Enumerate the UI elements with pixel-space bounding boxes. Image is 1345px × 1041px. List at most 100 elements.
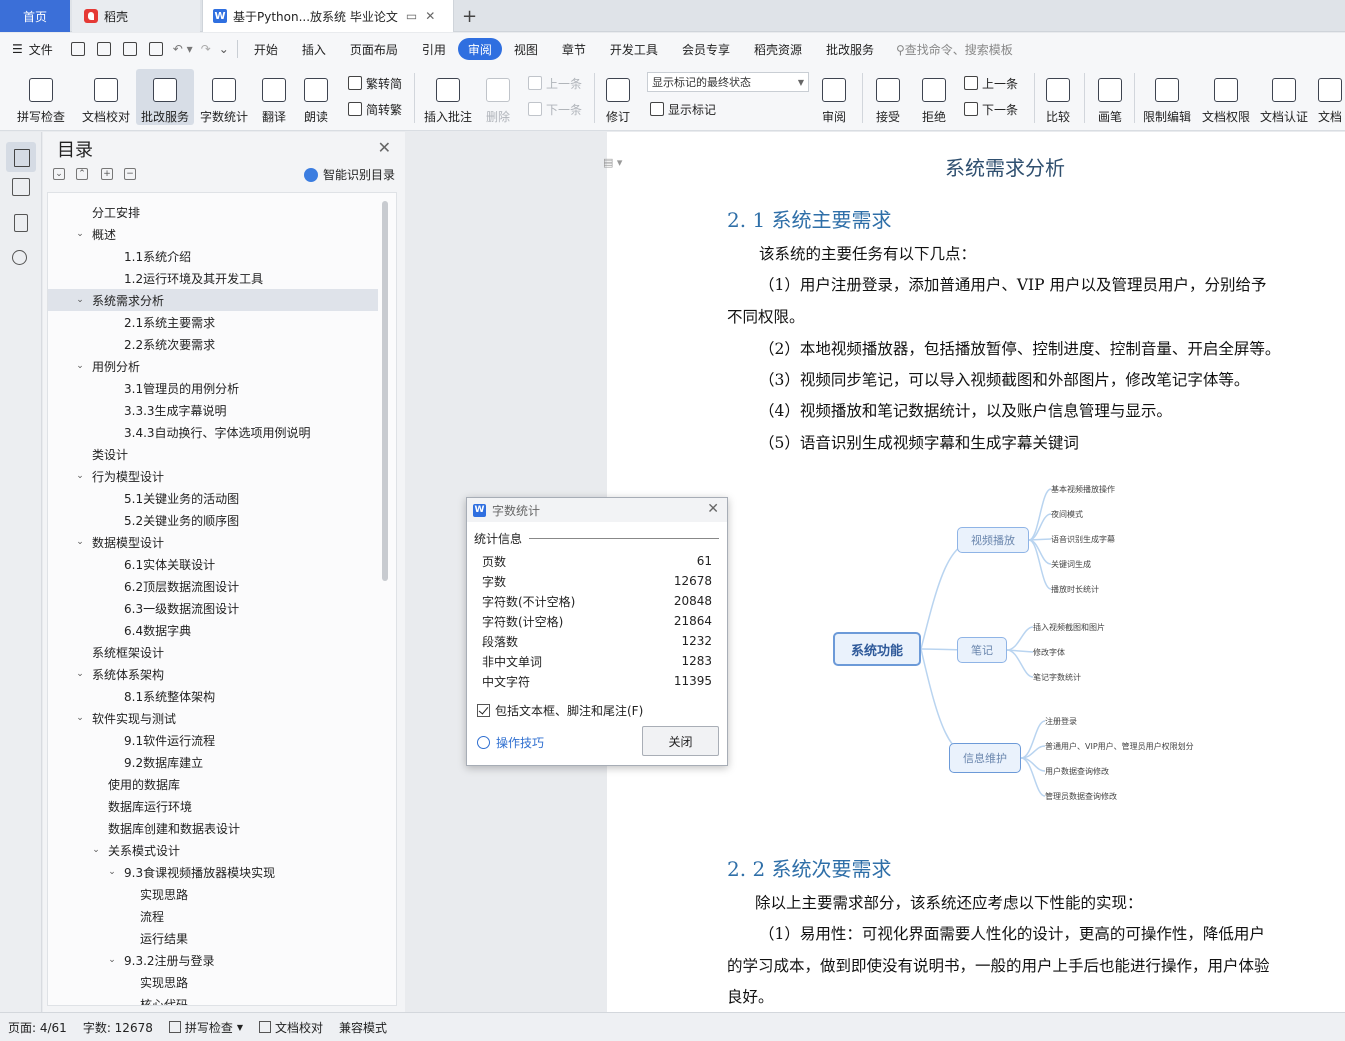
toc-scrollbar[interactable]: [382, 201, 388, 581]
toc-item[interactable]: 5.1关键业务的活动图: [48, 487, 378, 509]
toc-item[interactable]: ⌄ 关系模式设计: [48, 839, 378, 861]
page-menu-icon[interactable]: ▤ ▾: [603, 156, 622, 169]
chevron-down-icon[interactable]: ⌄: [74, 713, 86, 723]
toc-item[interactable]: 使用的数据库: [48, 773, 378, 795]
new-tab-button[interactable]: +: [462, 0, 482, 32]
chevron-down-icon[interactable]: ⌄: [74, 537, 86, 547]
toc-item[interactable]: 9.1软件运行流程: [48, 729, 378, 751]
remove-heading-icon[interactable]: −: [124, 168, 136, 180]
word-count-button[interactable]: 字数统计: [198, 69, 250, 125]
toc-item[interactable]: 6.4数据字典: [48, 619, 378, 641]
menu-member[interactable]: 会员专享: [670, 38, 742, 60]
toc-item[interactable]: 核心代码: [48, 993, 378, 1006]
toc-item[interactable]: 2.1系统主要需求: [48, 311, 378, 333]
toc-item[interactable]: ⌄ 概述: [48, 223, 378, 245]
markup-state-select[interactable]: 显示标记的最终状态 ▼: [647, 72, 809, 92]
toc-item[interactable]: ⌄ 用例分析: [48, 355, 378, 377]
collapse-all-icon[interactable]: ⌄: [53, 168, 65, 180]
toc-item[interactable]: 3.1管理员的用例分析: [48, 377, 378, 399]
preview-icon[interactable]: [148, 42, 163, 56]
trad-to-simp-button[interactable]: 繁转简: [348, 73, 402, 93]
doc-permission-button[interactable]: 文档权限: [1200, 69, 1252, 125]
toc-item[interactable]: 实现思路: [48, 883, 378, 905]
close-icon[interactable]: ✕: [378, 138, 391, 157]
chevron-down-icon[interactable]: ⌄: [106, 955, 118, 965]
menu-insert[interactable]: 插入: [290, 38, 338, 60]
toc-item[interactable]: ⌄ 行为模型设计: [48, 465, 378, 487]
chapter-nav-icon[interactable]: [12, 178, 30, 196]
doc-cert-button[interactable]: 文档认证: [1258, 69, 1310, 125]
dialog-titlebar[interactable]: W 字数统计: [467, 498, 727, 522]
read-aloud-button[interactable]: 朗读: [298, 69, 334, 125]
toc-item[interactable]: 6.2顶层数据流图设计: [48, 575, 378, 597]
toc-item[interactable]: ⌄ 软件实现与测试: [48, 707, 378, 729]
review-pane-button[interactable]: 审阅: [816, 69, 852, 125]
delete-comment-button[interactable]: 删除: [480, 69, 516, 125]
toc-item[interactable]: 运行结果: [48, 927, 378, 949]
spell-check-status[interactable]: 拼写检查 ▼: [161, 1019, 251, 1036]
command-search[interactable]: ⚲查找命令、搜索模板: [896, 41, 1013, 58]
toc-item[interactable]: 9.2数据库建立: [48, 751, 378, 773]
tips-link[interactable]: 操作技巧: [477, 734, 544, 751]
accept-button[interactable]: 接受: [870, 69, 906, 125]
redo-icon[interactable]: ↷: [201, 42, 211, 56]
toc-item[interactable]: ⌄ 系统体系架构: [48, 663, 378, 685]
menu-chapter[interactable]: 章节: [550, 38, 598, 60]
proofread-status[interactable]: 文档校对: [251, 1019, 331, 1036]
chevron-down-icon[interactable]: ⌄: [106, 867, 118, 877]
include-textbox-checkbox[interactable]: 包括文本框、脚注和尾注(F): [477, 702, 643, 719]
menu-reference[interactable]: 引用: [410, 38, 458, 60]
doc-more-button[interactable]: 文档: [1318, 69, 1344, 125]
word-count-indicator[interactable]: 字数: 12678: [75, 1019, 161, 1036]
spell-check-button[interactable]: 拼写检查: [10, 69, 72, 125]
expand-up-icon[interactable]: ⌃: [76, 168, 88, 180]
tab-home[interactable]: 首页: [0, 0, 70, 32]
undo-icon[interactable]: ↶ ▾: [173, 42, 193, 56]
chevron-down-icon[interactable]: ⌄: [74, 295, 86, 305]
search-icon[interactable]: [12, 250, 27, 265]
toc-item[interactable]: 8.1系统整体架构: [48, 685, 378, 707]
menu-review-service[interactable]: 批改服务: [814, 38, 886, 60]
next-change-button[interactable]: 下一条: [964, 99, 1018, 119]
reject-button[interactable]: 拒绝: [916, 69, 952, 125]
tab-close-icon[interactable]: ✕: [425, 9, 435, 23]
menu-review[interactable]: 审阅: [457, 38, 502, 60]
toc-item[interactable]: ⌄ 数据模型设计: [48, 531, 378, 553]
tab-document[interactable]: W 基于Python...放系统 毕业论文 ▭ ✕: [202, 0, 454, 32]
restrict-editing-button[interactable]: 限制编辑: [1140, 69, 1194, 125]
toc-item[interactable]: 1.1系统介绍: [48, 245, 378, 267]
bookmark-icon[interactable]: [14, 214, 28, 232]
add-heading-icon[interactable]: +: [101, 168, 113, 180]
export-pdf-icon[interactable]: [96, 42, 111, 56]
toc-item[interactable]: 类设计: [48, 443, 378, 465]
toc-item[interactable]: ⌄ 9.3食课视频播放器模块实现: [48, 861, 378, 883]
close-dialog-button[interactable]: 关闭: [642, 726, 719, 756]
insert-comment-button[interactable]: 插入批注: [422, 69, 474, 125]
toc-item[interactable]: 6.3一级数据流图设计: [48, 597, 378, 619]
track-changes-button[interactable]: 修订: [600, 69, 636, 125]
proofread-button[interactable]: 文档校对: [78, 69, 134, 125]
next-comment-button[interactable]: 下一条: [528, 99, 582, 119]
smart-toc-button[interactable]: 智能识别目录: [303, 166, 395, 183]
toc-panel-icon[interactable]: [6, 142, 36, 172]
tab-window-icon[interactable]: ▭: [406, 9, 417, 23]
toc-item[interactable]: ⌄ 系统需求分析: [48, 289, 378, 311]
save-icon[interactable]: [70, 42, 85, 56]
menu-view[interactable]: 视图: [502, 38, 550, 60]
pen-button[interactable]: 画笔: [1094, 69, 1126, 125]
toc-item[interactable]: 2.2系统次要需求: [48, 333, 378, 355]
toc-item[interactable]: 3.4.3自动换行、字体选项用例说明: [48, 421, 378, 443]
page-indicator[interactable]: 页面: 4/61: [0, 1019, 75, 1036]
toc-item[interactable]: 3.3.3生成字幕说明: [48, 399, 378, 421]
toc-item[interactable]: 数据库创建和数据表设计: [48, 817, 378, 839]
customize-icon[interactable]: ⌄: [219, 42, 229, 56]
tab-daoke[interactable]: 稻壳: [72, 0, 200, 32]
chevron-down-icon[interactable]: ⌄: [74, 669, 86, 679]
chevron-down-icon[interactable]: ⌄: [74, 361, 86, 371]
chevron-down-icon[interactable]: ⌄: [74, 471, 86, 481]
compare-button[interactable]: 比较: [1040, 69, 1076, 125]
toc-item[interactable]: 5.2关键业务的顺序图: [48, 509, 378, 531]
toc-item[interactable]: 流程: [48, 905, 378, 927]
toc-item[interactable]: 分工安排: [48, 201, 378, 223]
toc-item[interactable]: ⌄ 9.3.2注册与登录: [48, 949, 378, 971]
